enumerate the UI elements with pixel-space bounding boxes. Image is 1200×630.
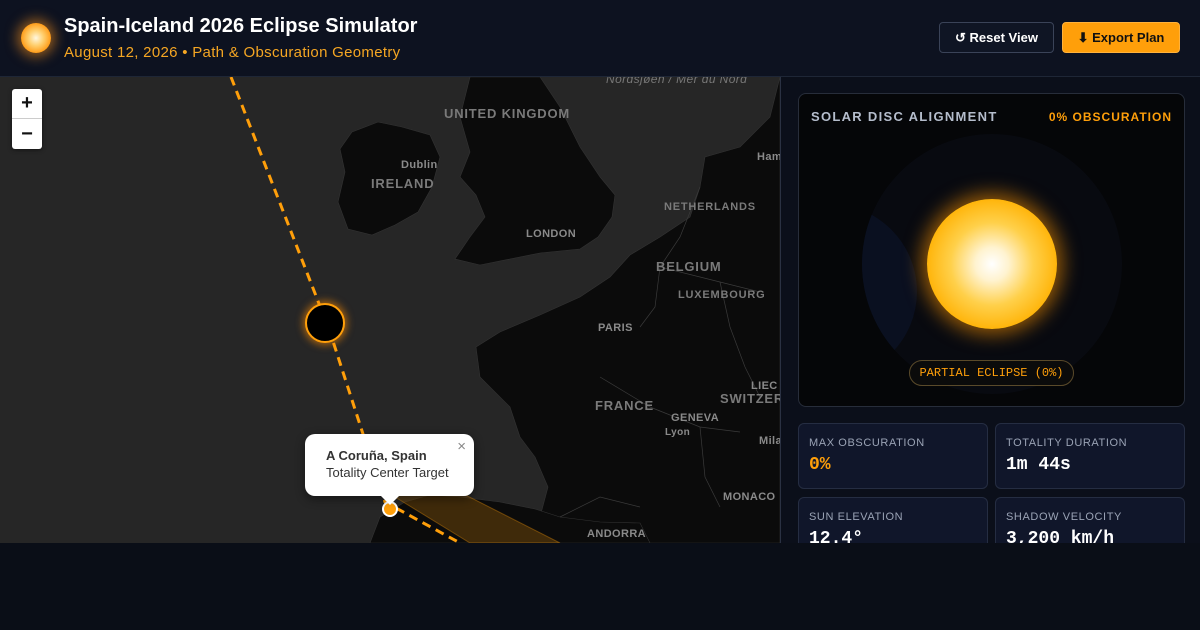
map-label-lyon: Lyon	[665, 427, 691, 438]
solar-disc-card: SOLAR DISC ALIGNMENT 0% OBSCURATION PART…	[798, 93, 1185, 407]
map-label-dublin: Dublin	[401, 159, 438, 171]
map-zoom-control: + −	[12, 89, 42, 149]
solar-disc-title: SOLAR DISC ALIGNMENT	[811, 109, 998, 124]
map-label-uk: UNITED KINGDOM	[444, 106, 571, 121]
zoom-in-button[interactable]: +	[12, 89, 42, 119]
obscuration-badge: 0% OBSCURATION	[1048, 110, 1172, 124]
stat-value: 3,200 km/h	[1006, 529, 1115, 543]
map-label-london: LONDON	[526, 228, 577, 240]
map-label-france: FRANCE	[595, 398, 654, 413]
stat-sun-elevation: SUN ELEVATION 12.4°	[798, 497, 988, 543]
eclipse-map[interactable]: Nordsjøen / Mer du Nord UNITED KINGDOM D…	[0, 77, 780, 543]
stat-value: 12.4°	[809, 529, 864, 543]
popup-title: A Coruña, Spain	[326, 448, 427, 463]
stat-value: 1m 44s	[1006, 455, 1071, 475]
stat-label: TOTALITY DURATION	[1006, 437, 1128, 449]
page-footer-area	[0, 543, 1200, 630]
popup-close-button[interactable]: ×	[457, 438, 466, 455]
stat-max-obscuration: MAX OBSCURATION 0%	[798, 423, 988, 489]
location-popup: A Coruña, Spain Totality Center Target ×	[305, 434, 474, 505]
stat-value: 0%	[809, 455, 831, 475]
reset-view-button[interactable]: ↺ Reset View	[939, 22, 1054, 53]
map-label-hamburg: Ham	[757, 151, 780, 163]
map-label-switzerland: SWITZER	[720, 391, 780, 406]
eclipse-phase-badge: PARTIAL ECLIPSE (0%)	[909, 360, 1074, 386]
map-label-paris: PARIS	[598, 322, 633, 334]
map-label-monaco: MONACO	[723, 491, 776, 503]
popup-subtitle: Totality Center Target	[326, 465, 449, 480]
stat-shadow-velocity: SHADOW VELOCITY 3,200 km/h	[995, 497, 1185, 543]
zoom-out-button[interactable]: −	[12, 119, 42, 149]
moon-shadow-marker[interactable]	[305, 303, 345, 343]
sun-logo-icon	[21, 23, 51, 53]
map-label-andorra: ANDORRA	[587, 528, 647, 540]
map-label-geneva: GENEVA	[671, 412, 720, 424]
map-label-milan: Mila	[759, 435, 780, 447]
stat-label: SUN ELEVATION	[809, 511, 904, 523]
map-label-luxembourg: LUXEMBOURG	[678, 289, 766, 301]
map-label-ireland: IRELAND	[371, 176, 435, 191]
eclipse-simulator-app: Spain-Iceland 2026 Eclipse Simulator Aug…	[0, 0, 1200, 630]
info-panel: SOLAR DISC ALIGNMENT 0% OBSCURATION PART…	[780, 77, 1200, 543]
stat-totality-duration: TOTALITY DURATION 1m 44s	[995, 423, 1185, 489]
map-label-belgium: BELGIUM	[656, 259, 722, 274]
export-plan-button[interactable]: ⬇ Export Plan	[1062, 22, 1180, 53]
app-title: Spain-Iceland 2026 Eclipse Simulator	[64, 15, 418, 37]
map-label-north-sea: Nordsjøen / Mer du Nord	[606, 77, 748, 86]
app-header: Spain-Iceland 2026 Eclipse Simulator Aug…	[0, 0, 1200, 77]
stat-label: MAX OBSCURATION	[809, 437, 925, 449]
sun-disc	[927, 199, 1057, 329]
map-label-netherlands: NETHERLANDS	[664, 201, 756, 213]
stat-label: SHADOW VELOCITY	[1006, 511, 1122, 523]
app-subtitle: August 12, 2026 • Path & Obscuration Geo…	[64, 44, 401, 61]
